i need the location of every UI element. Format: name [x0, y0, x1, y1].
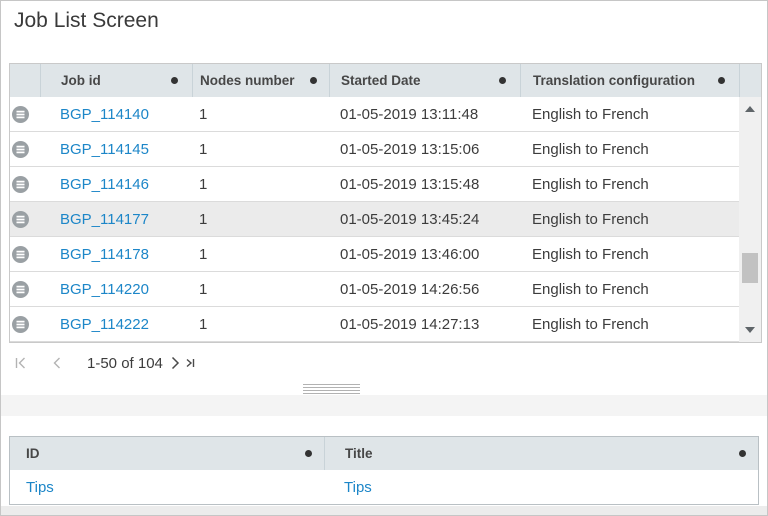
first-page-button[interactable] — [13, 356, 29, 370]
job-id-link[interactable]: BGP_114222 — [60, 316, 149, 333]
column-menu-dot-icon[interactable] — [739, 450, 746, 457]
next-page-icon — [169, 356, 181, 370]
separator-band — [1, 395, 767, 416]
column-header-id[interactable]: ID — [10, 437, 324, 470]
column-header-nodes-number[interactable]: Nodes number — [192, 64, 329, 97]
column-header-title[interactable]: Title — [324, 437, 758, 470]
row-icon-cell — [10, 141, 40, 158]
tips-id-link[interactable]: Tips — [26, 479, 54, 496]
header-scrollbar-filler — [739, 64, 761, 97]
translation-config-cell: English to French — [520, 246, 739, 263]
started-date-cell: 01-05-2019 13:46:00 — [329, 246, 520, 263]
column-menu-dot-icon[interactable] — [171, 77, 178, 84]
column-label-job-id: Job id — [61, 73, 101, 88]
nodes-number-cell: 1 — [192, 211, 329, 228]
translation-config-cell: English to French — [520, 106, 739, 123]
vertical-scrollbar[interactable] — [739, 97, 761, 342]
row-menu-icon[interactable] — [12, 246, 29, 263]
column-label-title: Title — [345, 446, 373, 461]
row-icon-cell — [10, 211, 40, 228]
job-id-link[interactable]: BGP_114146 — [60, 176, 149, 193]
translation-config-cell: English to French — [520, 281, 739, 298]
table-row[interactable]: BGP_114178 1 01-05-2019 13:46:00 English… — [10, 237, 739, 272]
started-date-cell: 01-05-2019 14:26:56 — [329, 281, 520, 298]
tips-table-header: ID Title — [10, 437, 758, 470]
previous-page-icon — [51, 356, 63, 370]
translation-config-cell: English to French — [520, 176, 739, 193]
table-row[interactable]: BGP_114140 1 01-05-2019 13:11:48 English… — [10, 97, 739, 132]
last-page-icon — [184, 356, 198, 370]
table-row[interactable]: BGP_114177 1 01-05-2019 13:45:24 English… — [10, 202, 739, 237]
job-table-header: Job id Nodes number Started Date Transla… — [10, 64, 761, 97]
nodes-number-cell: 1 — [192, 106, 329, 123]
job-table-body: BGP_114140 1 01-05-2019 13:11:48 English… — [10, 97, 761, 342]
job-list-screen: Job List Screen Job id Nodes number Star… — [0, 0, 768, 516]
started-date-cell: 01-05-2019 13:15:06 — [329, 141, 520, 158]
bottom-band — [1, 506, 767, 515]
nodes-number-cell: 1 — [192, 246, 329, 263]
column-header-started-date[interactable]: Started Date — [329, 64, 520, 97]
scroll-up-button[interactable] — [739, 99, 761, 119]
table-row[interactable]: BGP_114220 1 01-05-2019 14:26:56 English… — [10, 272, 739, 307]
row-icon-cell — [10, 316, 40, 333]
row-menu-icon[interactable] — [12, 316, 29, 333]
row-menu-icon[interactable] — [12, 281, 29, 298]
tips-table: ID Title Tips Tips — [9, 436, 759, 505]
pagination-range: 1-50 of 104 — [87, 355, 163, 372]
scrollbar-thumb[interactable] — [742, 253, 758, 283]
started-date-cell: 01-05-2019 14:27:13 — [329, 316, 520, 333]
nodes-number-cell: 1 — [192, 176, 329, 193]
pagination-bar: 1-50 of 104 — [9, 343, 762, 383]
table-row[interactable]: BGP_114222 1 01-05-2019 14:27:13 English… — [10, 307, 739, 342]
job-table-rows: BGP_114140 1 01-05-2019 13:11:48 English… — [10, 97, 739, 342]
row-icon-cell — [10, 281, 40, 298]
job-id-link[interactable]: BGP_114145 — [60, 141, 149, 158]
column-menu-dot-icon[interactable] — [499, 77, 506, 84]
last-page-button[interactable] — [184, 356, 198, 370]
job-id-link[interactable]: BGP_114177 — [60, 211, 149, 228]
column-menu-dot-icon[interactable] — [718, 77, 725, 84]
scroll-up-icon — [745, 106, 755, 112]
scroll-down-button[interactable] — [739, 320, 761, 340]
column-menu-dot-icon[interactable] — [305, 450, 312, 457]
row-menu-icon[interactable] — [12, 211, 29, 228]
nodes-number-cell: 1 — [192, 141, 329, 158]
row-menu-icon[interactable] — [12, 141, 29, 158]
table-row[interactable]: BGP_114145 1 01-05-2019 13:15:06 English… — [10, 132, 739, 167]
column-header-job-id[interactable]: Job id — [40, 64, 192, 97]
job-id-link[interactable]: BGP_114178 — [60, 246, 149, 263]
started-date-cell: 01-05-2019 13:45:24 — [329, 211, 520, 228]
row-menu-icon[interactable] — [12, 176, 29, 193]
column-label-started-date: Started Date — [341, 73, 421, 88]
row-menu-icon[interactable] — [12, 106, 29, 123]
scroll-down-icon — [745, 327, 755, 333]
column-menu-dot-icon[interactable] — [310, 77, 317, 84]
splitter-handle[interactable] — [303, 384, 360, 394]
tips-title-link[interactable]: Tips — [344, 479, 372, 496]
previous-page-button[interactable] — [51, 356, 63, 370]
row-icon-cell — [10, 246, 40, 263]
translation-config-cell: English to French — [520, 211, 739, 228]
column-label-translation-configuration: Translation configuration — [533, 73, 695, 88]
header-icon-column — [10, 64, 40, 97]
job-id-link[interactable]: BGP_114140 — [60, 106, 149, 123]
translation-config-cell: English to French — [520, 141, 739, 158]
table-row[interactable]: BGP_114146 1 01-05-2019 13:15:48 English… — [10, 167, 739, 202]
page-title: Job List Screen — [14, 9, 159, 33]
row-icon-cell — [10, 106, 40, 123]
nodes-number-cell: 1 — [192, 281, 329, 298]
job-table: Job id Nodes number Started Date Transla… — [9, 63, 762, 343]
translation-config-cell: English to French — [520, 316, 739, 333]
started-date-cell: 01-05-2019 13:11:48 — [329, 106, 520, 123]
next-page-button[interactable] — [169, 356, 181, 370]
column-label-nodes-number: Nodes number — [200, 73, 295, 88]
column-label-id: ID — [26, 446, 40, 461]
column-header-translation-configuration[interactable]: Translation configuration — [520, 64, 739, 97]
started-date-cell: 01-05-2019 13:15:48 — [329, 176, 520, 193]
tips-table-row[interactable]: Tips Tips — [10, 470, 758, 504]
row-icon-cell — [10, 176, 40, 193]
nodes-number-cell: 1 — [192, 316, 329, 333]
first-page-icon — [13, 356, 29, 370]
job-id-link[interactable]: BGP_114220 — [60, 281, 149, 298]
